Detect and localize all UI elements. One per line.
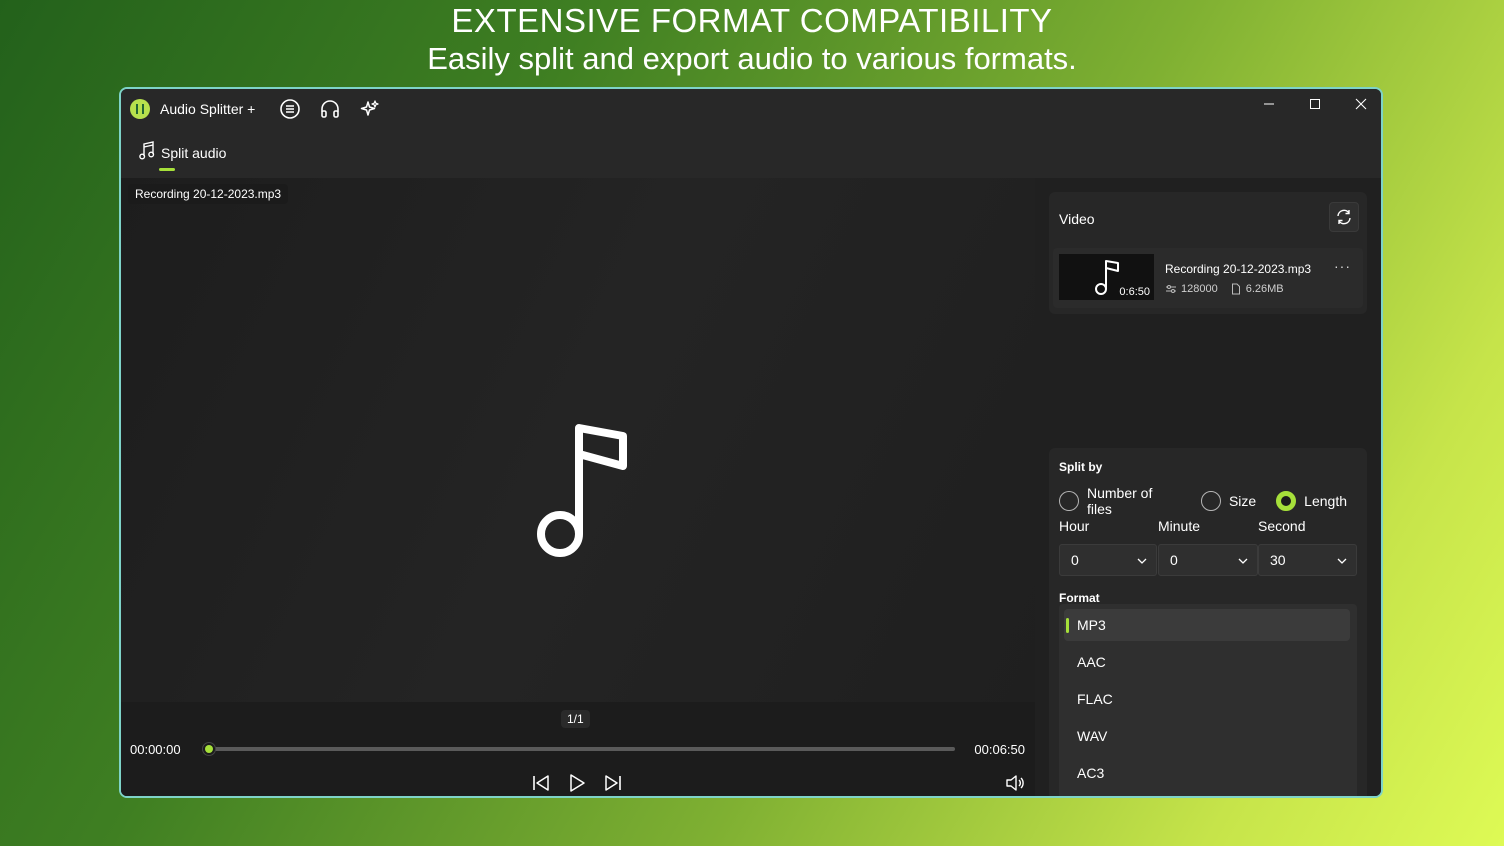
radio-label: Size bbox=[1228, 493, 1257, 509]
radio-length[interactable]: Length bbox=[1276, 491, 1347, 511]
media-section-title: Video bbox=[1059, 211, 1095, 227]
split-by-options: Number of files Size Length bbox=[1059, 485, 1367, 517]
refresh-button[interactable] bbox=[1329, 202, 1359, 232]
second-select[interactable]: 30 bbox=[1258, 544, 1357, 576]
chevron-down-icon bbox=[1337, 558, 1347, 564]
hour-select[interactable]: 0 bbox=[1059, 544, 1157, 576]
promo-title: EXTENSIVE FORMAT COMPATIBILITY bbox=[451, 2, 1053, 39]
previous-track-icon[interactable] bbox=[530, 772, 552, 794]
media-size: 6.26MB bbox=[1245, 283, 1284, 295]
close-icon[interactable] bbox=[1338, 95, 1383, 121]
tab-bar: Split audio bbox=[121, 129, 1381, 178]
radio-number-of-files[interactable]: Number of files bbox=[1059, 485, 1181, 517]
format-label: Format bbox=[1059, 591, 1100, 605]
playback-controls: 1/1 00:00:00 00:06:50 bbox=[121, 702, 1035, 796]
selected-indicator bbox=[1066, 618, 1069, 633]
music-note-icon bbox=[1095, 260, 1119, 295]
media-duration: 0:6:50 bbox=[1119, 286, 1150, 298]
main-content: Recording 20-12-2023.mp3 1/1 00:00:00 00… bbox=[121, 178, 1381, 796]
music-note-icon bbox=[139, 141, 155, 160]
current-time: 00:00:00 bbox=[130, 742, 181, 757]
headphones-icon[interactable] bbox=[319, 98, 341, 120]
format-item-flac[interactable]: FLAC bbox=[1064, 683, 1350, 715]
media-bitrate: 128000 bbox=[1181, 283, 1218, 295]
second-label: Second bbox=[1258, 518, 1306, 534]
media-item[interactable]: 0:6:50 Recording 20-12-2023.mp3 128000 6… bbox=[1053, 248, 1363, 308]
maximize-icon[interactable] bbox=[1292, 95, 1338, 121]
format-item-wav[interactable]: WAV bbox=[1064, 720, 1350, 752]
tab-label: Split audio bbox=[161, 145, 227, 161]
format-list: MP3 AAC FLAC WAV AC3 bbox=[1059, 604, 1357, 796]
chevron-down-icon bbox=[1137, 558, 1147, 564]
format-label-text: AAC bbox=[1077, 654, 1106, 670]
file-name-chip: Recording 20-12-2023.mp3 bbox=[128, 184, 289, 204]
radio-size[interactable]: Size bbox=[1200, 491, 1257, 511]
app-title: Audio Splitter + bbox=[160, 101, 256, 117]
hour-value: 0 bbox=[1071, 552, 1079, 568]
total-time: 00:06:50 bbox=[974, 742, 1025, 757]
format-label-text: MP3 bbox=[1077, 617, 1106, 633]
format-label-text: AC3 bbox=[1077, 765, 1105, 781]
chevron-down-icon bbox=[1238, 558, 1248, 564]
media-thumbnail: 0:6:50 bbox=[1059, 254, 1154, 300]
refresh-icon bbox=[1337, 209, 1351, 225]
player-preview: Recording 20-12-2023.mp3 bbox=[121, 178, 1035, 702]
media-name: Recording 20-12-2023.mp3 bbox=[1165, 262, 1312, 276]
seek-slider[interactable] bbox=[202, 742, 955, 756]
sparkle-icon[interactable] bbox=[359, 98, 381, 120]
volume-icon[interactable] bbox=[1004, 772, 1026, 794]
play-icon[interactable] bbox=[566, 772, 588, 794]
radio-circle bbox=[1200, 491, 1221, 511]
media-meta: 128000 6.26MB bbox=[1165, 283, 1284, 295]
split-settings-panel: Split by Number of files Size Length Hou… bbox=[1049, 448, 1367, 796]
second-value: 30 bbox=[1270, 552, 1286, 568]
more-options-button[interactable]: ··· bbox=[1334, 258, 1351, 274]
music-note-icon bbox=[537, 424, 627, 557]
bitrate-icon bbox=[1166, 285, 1176, 293]
radio-circle bbox=[1059, 491, 1079, 511]
page-indicator: 1/1 bbox=[561, 710, 590, 728]
next-track-icon[interactable] bbox=[602, 772, 624, 794]
radio-label: Length bbox=[1304, 493, 1347, 509]
minute-select[interactable]: 0 bbox=[1158, 544, 1258, 576]
app-logo-icon bbox=[130, 99, 150, 119]
file-icon bbox=[1231, 283, 1240, 295]
split-by-label: Split by bbox=[1059, 460, 1103, 474]
minimize-icon[interactable] bbox=[1246, 95, 1292, 121]
radio-label: Number of files bbox=[1086, 485, 1153, 517]
format-item-aac[interactable]: AAC bbox=[1064, 646, 1350, 678]
promo-headline: EXTENSIVE FORMAT COMPATIBILITY Easily sp… bbox=[0, 2, 1504, 78]
minute-label: Minute bbox=[1158, 518, 1201, 534]
radio-circle-selected bbox=[1276, 491, 1297, 511]
format-label-text: FLAC bbox=[1077, 691, 1113, 707]
tab-split-audio[interactable]: Split audio bbox=[139, 141, 226, 171]
active-tab-indicator bbox=[159, 168, 175, 171]
format-item-mp3[interactable]: MP3 bbox=[1064, 609, 1350, 641]
minute-value: 0 bbox=[1170, 552, 1178, 568]
title-bar: Audio Splitter + bbox=[121, 89, 1381, 129]
media-card: Video 0:6:50 Recording 20-12-2023.mp3 12… bbox=[1049, 192, 1367, 314]
hour-label: Hour bbox=[1059, 518, 1090, 534]
format-label-text: WAV bbox=[1077, 728, 1108, 744]
promo-subtitle: Easily split and export audio to various… bbox=[427, 41, 1077, 76]
format-item-ac3[interactable]: AC3 bbox=[1064, 757, 1350, 789]
list-icon[interactable] bbox=[279, 98, 301, 120]
app-window: Audio Splitter + Split audio Recording 2… bbox=[119, 87, 1383, 798]
seek-thumb[interactable] bbox=[202, 742, 216, 756]
